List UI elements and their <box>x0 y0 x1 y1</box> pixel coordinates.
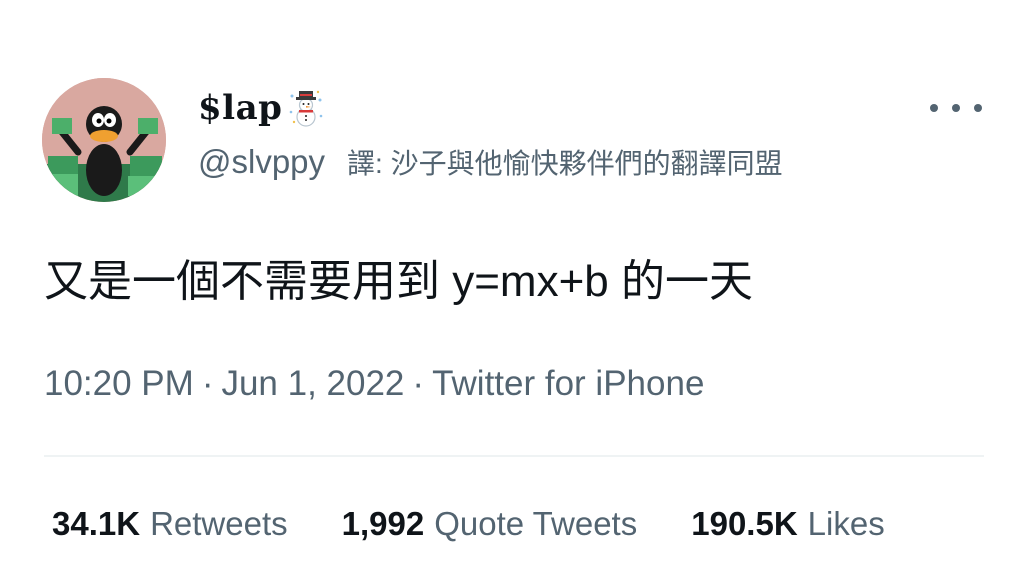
likes-label: Likes <box>807 505 885 542</box>
tweet-source[interactable]: Twitter for iPhone <box>432 364 704 403</box>
likes-stat[interactable]: 190.5K Likes <box>691 502 884 546</box>
meta-separator: · <box>412 364 425 403</box>
daffy-duck-avatar-icon <box>42 78 166 202</box>
quote-tweets-stat[interactable]: 1,992 Quote Tweets <box>342 502 638 546</box>
tweet-time[interactable]: 10:20 PM <box>44 364 194 403</box>
handle[interactable]: @slvppy <box>198 142 325 182</box>
translator-note: 譯: 沙子與他愉快夥伴們的翻譯同盟 <box>347 148 783 179</box>
more-options-icon <box>974 104 982 112</box>
handle-row: @slvppy 譯: 沙子與他愉快夥伴們的翻譯同盟 <box>198 142 783 184</box>
tweet-card: $lap @slvppy 譯: 沙子與他愉快夥伴們的翻譯同盟 又是一個不需要用到… <box>0 0 1024 583</box>
stats-row: 34.1K Retweets 1,992 Quote Tweets 190.5K… <box>52 502 885 546</box>
snowman-icon <box>288 88 324 128</box>
more-options-icon <box>930 104 938 112</box>
tweet-meta: 10:20 PM · Jun 1, 2022 · Twitter for iPhone <box>44 362 704 406</box>
display-name-row: $lap <box>198 88 324 128</box>
display-name[interactable]: $lap <box>198 88 282 128</box>
tweet-text: 又是一個不需要用到 y=mx+b 的一天 <box>44 257 753 306</box>
meta-separator: · <box>201 364 214 403</box>
more-options-icon <box>952 104 960 112</box>
avatar[interactable] <box>42 78 166 202</box>
retweets-count: 34.1K <box>52 505 141 542</box>
quote-tweets-count: 1,992 <box>341 505 425 542</box>
tweet-date[interactable]: Jun 1, 2022 <box>221 364 404 403</box>
quote-tweets-label: Quote Tweets <box>434 505 638 542</box>
retweets-stat[interactable]: 34.1K Retweets <box>52 502 288 546</box>
more-options-button[interactable] <box>930 96 982 120</box>
likes-count: 190.5K <box>691 505 798 542</box>
retweets-label: Retweets <box>150 505 288 542</box>
divider <box>44 455 984 457</box>
